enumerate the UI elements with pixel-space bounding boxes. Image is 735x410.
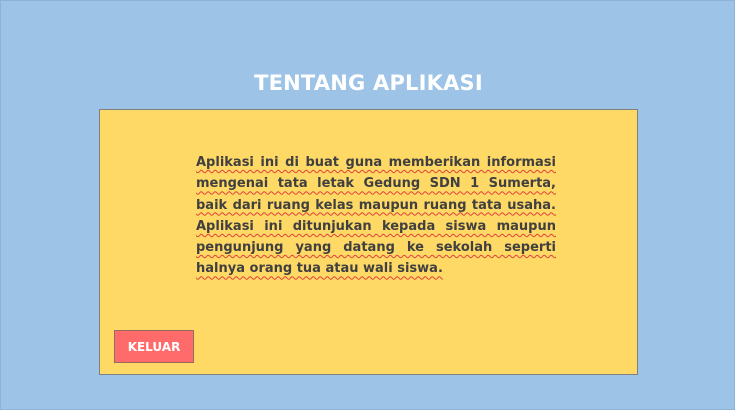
about-panel: Aplikasi ini di buat guna memberikan inf… bbox=[99, 109, 638, 375]
exit-button[interactable]: KELUAR bbox=[114, 330, 194, 363]
app-window: TENTANG APLIKASI Aplikasi ini di buat gu… bbox=[0, 0, 735, 410]
page-title: TENTANG APLIKASI bbox=[254, 71, 483, 95]
about-description: Aplikasi ini di buat guna memberikan inf… bbox=[196, 155, 556, 277]
